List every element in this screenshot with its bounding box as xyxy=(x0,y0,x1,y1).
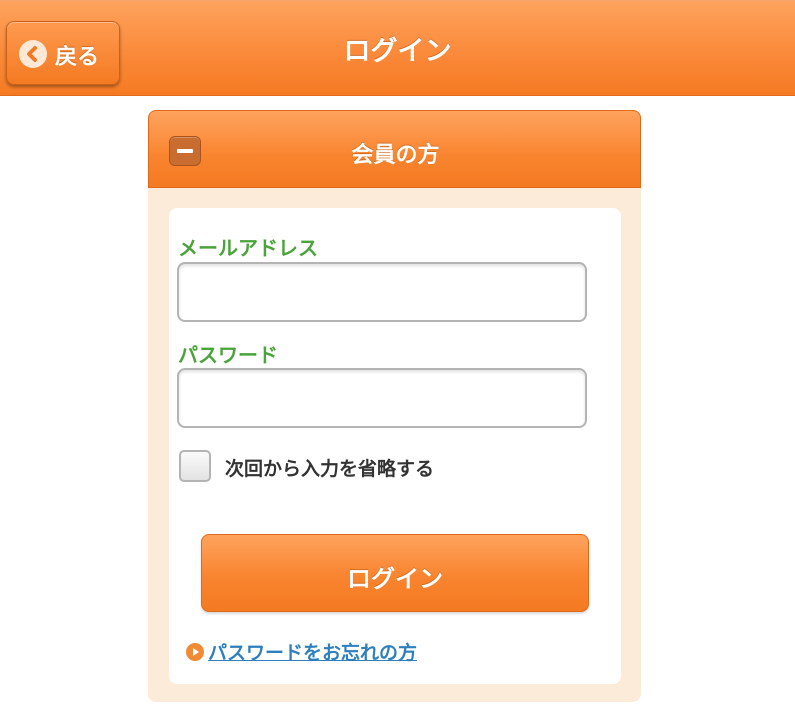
login-form: メールアドレス パスワード 次回から入力を省略する ログイン パスワードをお忘れ… xyxy=(169,208,621,684)
login-button-label: ログイン xyxy=(347,565,443,593)
remember-checkbox[interactable] xyxy=(179,450,211,482)
panel-header[interactable]: 会員の方 xyxy=(148,110,641,188)
member-login-panel: 会員の方 メールアドレス パスワード 次回から入力を省略する ログイン パスワー… xyxy=(148,110,641,702)
panel-title: 会員の方 xyxy=(351,143,440,168)
login-button[interactable]: ログイン xyxy=(201,534,589,612)
password-field[interactable] xyxy=(177,368,587,428)
forgot-password-link[interactable]: パスワードをお忘れの方 xyxy=(208,638,417,665)
email-label: メールアドレス xyxy=(178,236,318,260)
remember-label[interactable]: 次回から入力を省略する xyxy=(225,454,434,481)
password-label: パスワード xyxy=(178,343,278,367)
page-title: ログイン xyxy=(343,36,452,67)
arrow-bullet-icon xyxy=(186,643,204,661)
header-bar: 戻る ログイン xyxy=(0,0,795,96)
email-field[interactable] xyxy=(177,262,587,322)
